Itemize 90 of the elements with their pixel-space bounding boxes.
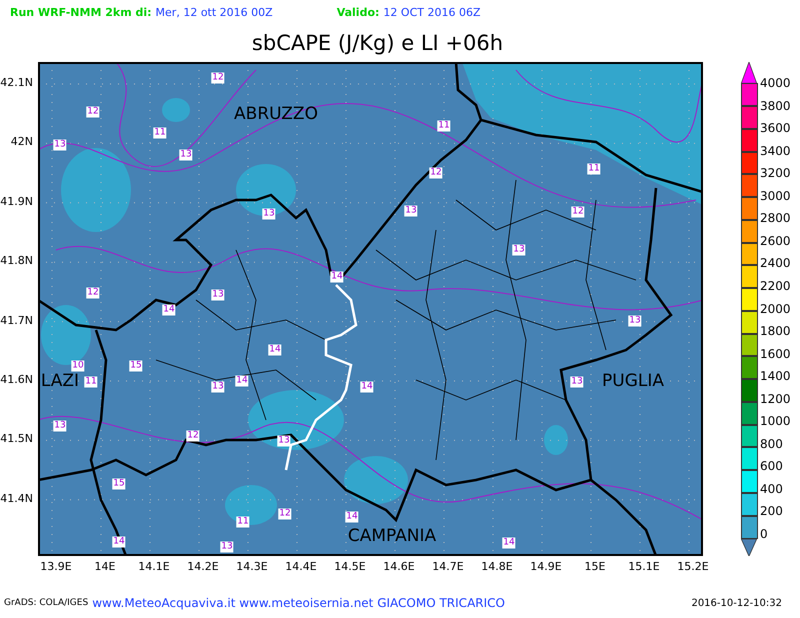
contour-label: 14 [502, 538, 516, 548]
longitude-label: 14.9E [530, 560, 562, 573]
contour-label: 11 [84, 376, 98, 388]
contour-label: 13 [53, 420, 67, 432]
contour-label: 13 [404, 206, 418, 216]
colorbar-label: 600 [760, 459, 783, 474]
contour-label: 14 [112, 536, 126, 548]
longitude-label: 14.5E [334, 560, 366, 573]
map-title: sbCAPE (J/Kg) e LI +06h [252, 31, 504, 55]
region-label: ABRUZZO [234, 104, 318, 124]
latitude-label: 41.8N [0, 254, 33, 268]
colorbar-label: 1800 [760, 324, 791, 338]
colorbar-label: 200 [760, 504, 783, 518]
contour-label: 13 [53, 140, 67, 150]
latitude-label: 41.6N [0, 373, 33, 386]
contour-label: 13 [570, 376, 584, 388]
latitude-label: 41.7N [0, 314, 33, 327]
contour-label: 14 [235, 376, 249, 386]
contour-label: 12 [86, 288, 100, 298]
colorbar-label: 1200 [760, 392, 791, 406]
contour-label: 11 [236, 516, 250, 528]
contour-label: 12 [429, 168, 443, 178]
contour-label: 11 [153, 128, 167, 138]
latitude-label: 41.4N [0, 492, 33, 505]
longitude-label: 15E [584, 560, 606, 573]
contour-label: 13 [211, 290, 225, 300]
colorbar-label: 3000 [760, 188, 791, 203]
colorbar-label: 1400 [760, 369, 791, 384]
region-label: LAZI [40, 371, 80, 391]
latitude-label: 41.5N [0, 432, 33, 446]
latitude-label: 42N [10, 135, 33, 148]
contour-label: 13 [628, 316, 642, 326]
contour-label: 13 [277, 436, 291, 446]
contour-label: 13 [220, 542, 234, 552]
colorbar-label: 3400 [760, 144, 791, 158]
contour-label: 14 [268, 344, 282, 356]
website-credits: www.MeteoAcquaviva.it www.meteoisernia.net GIACOMO TRICARICO [92, 596, 505, 610]
longitude-label: 14.8E [481, 560, 513, 573]
colorbar-label: 400 [760, 482, 783, 496]
latitude-label: 42.1N [0, 76, 33, 89]
contour-label: 11 [587, 164, 601, 174]
longitude-label: 14.7E [432, 560, 464, 573]
colorbar-label: 800 [760, 436, 783, 451]
colorbar-label: 3800 [760, 98, 791, 113]
longitude-label: 14E [94, 560, 116, 573]
colorbar-label: 0 [760, 527, 768, 541]
contour-label: 12 [571, 206, 585, 218]
colorbar-label: 3600 [760, 121, 791, 136]
longitude-label: 14.1E [138, 560, 170, 573]
contour-label: 14 [162, 304, 176, 316]
contour-label: 11 [437, 120, 451, 132]
contour-label: 12 [86, 106, 100, 118]
longitude-label: 14.6E [383, 560, 415, 573]
contour-label: 13 [512, 244, 526, 256]
longitude-label: 14.2E [187, 560, 219, 573]
contour-label: 15 [112, 478, 126, 490]
contour-label: 14 [345, 512, 359, 522]
colorbar-label: 2000 [760, 302, 791, 316]
contour-label: 10 [71, 360, 85, 372]
longitude-label: 13.9E [40, 560, 72, 573]
contour-label: 13 [179, 150, 193, 160]
contour-label: 12 [186, 430, 200, 442]
run-date: Mer, 12 ott 2016 00Z [156, 6, 273, 18]
contour-label: 15 [129, 360, 143, 372]
region-label: CAMPANIA [348, 526, 436, 546]
contour-label: 12 [211, 72, 225, 84]
colorbar-label: 2800 [760, 211, 791, 226]
colorbar-label: 2600 [760, 234, 791, 248]
run-label: Run WRF-NMM 2km di: [10, 6, 152, 18]
longitude-label: 15.1E [628, 560, 660, 573]
valid-label: Valido: [336, 6, 380, 18]
colorbar-label: 2400 [760, 256, 791, 270]
contour-label: 12 [278, 508, 292, 520]
contour-label: 13 [262, 208, 276, 220]
latitude-label: 41.9N [0, 194, 33, 208]
contour-label: 14 [360, 382, 374, 392]
colorbar-label: 1000 [760, 414, 791, 428]
software-credit: GrADS: COLA/IGES [4, 598, 88, 608]
longitude-label: 14.3E [236, 560, 268, 573]
timestamp: 2016-10-12-10:32 [691, 598, 782, 608]
region-label: PUGLIA [602, 371, 664, 391]
contour-label: 14 [330, 272, 344, 282]
colorbar-label: 4000 [760, 76, 791, 90]
contour-label: 13 [211, 382, 225, 392]
colorbar-label: 1600 [760, 346, 791, 361]
longitude-label: 15.2E [677, 560, 709, 573]
longitude-label: 14.4E [285, 560, 317, 573]
colorbar-label: 2200 [760, 278, 791, 293]
colorbar-label: 3200 [760, 166, 791, 180]
valid-date: 12 OCT 2016 06Z [383, 6, 480, 18]
